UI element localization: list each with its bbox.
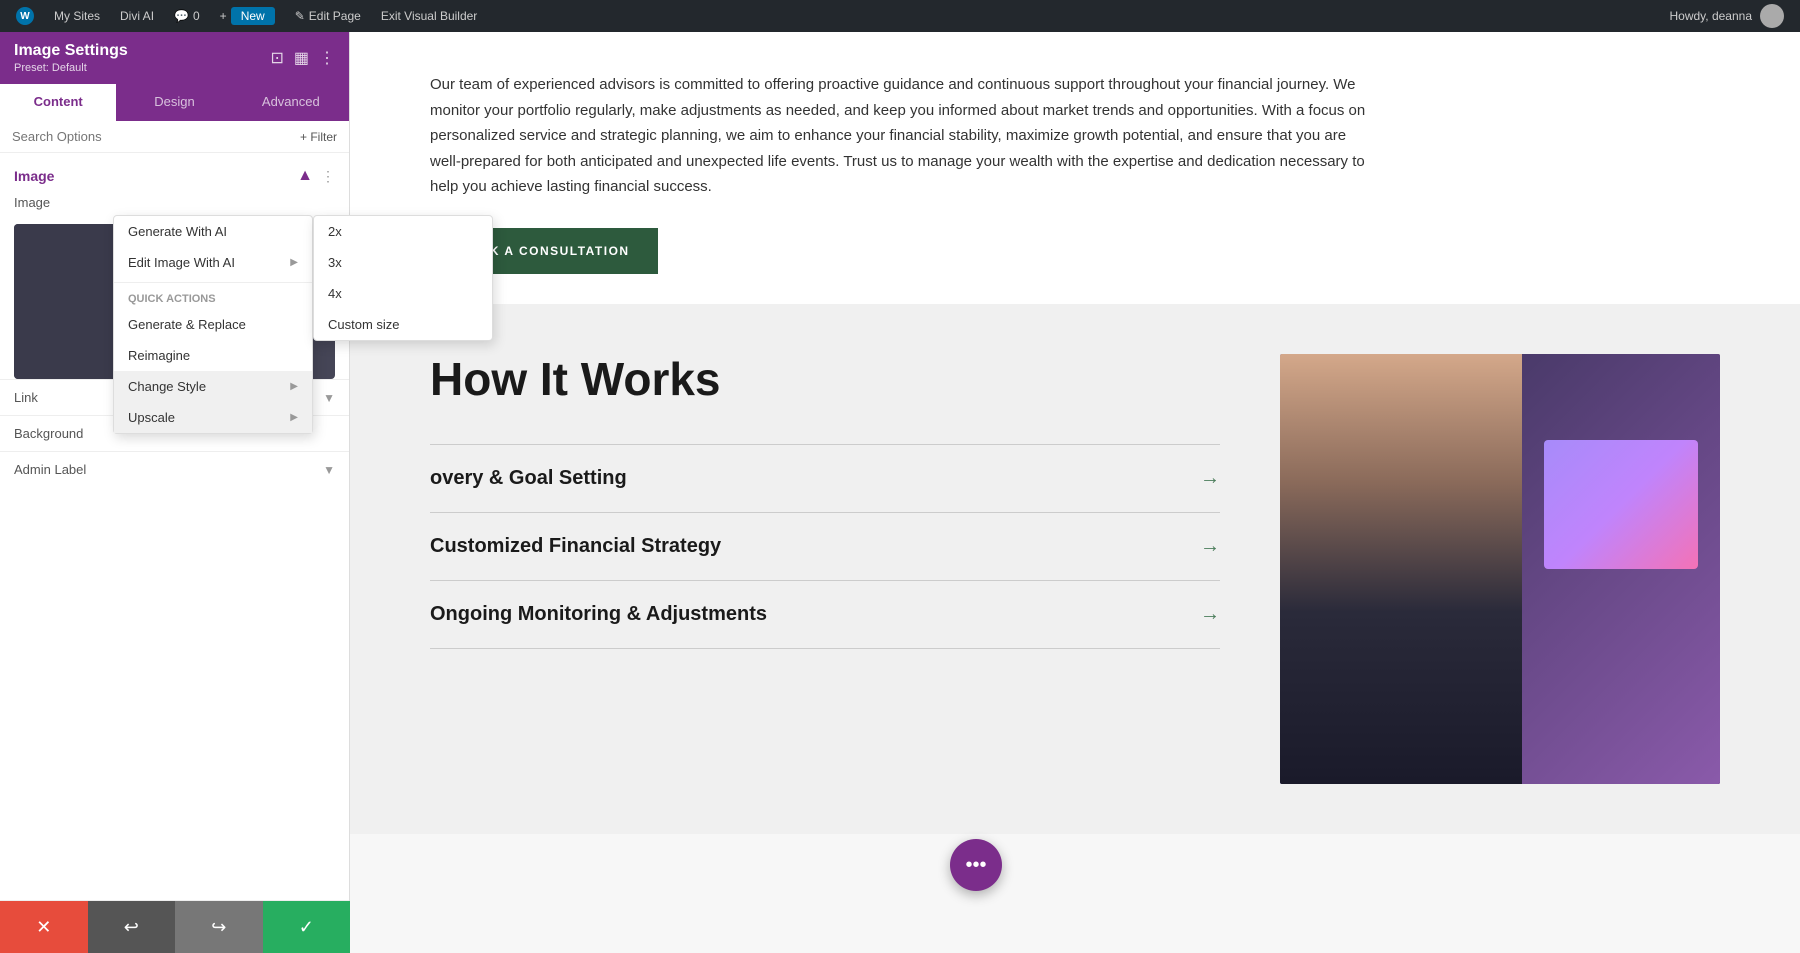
link-arrow: ▼: [323, 391, 335, 405]
redo-button[interactable]: ↪: [175, 901, 263, 953]
quick-actions-label: Quick Actions: [114, 287, 312, 309]
change-style-item[interactable]: Change Style ▶: [114, 371, 312, 402]
search-input[interactable]: [12, 129, 300, 144]
section-more-icon[interactable]: ⋮: [321, 168, 335, 185]
filter-label: + Filter: [300, 130, 337, 144]
upscale-2x[interactable]: 2x: [314, 216, 492, 247]
howdy-item[interactable]: Howdy, deanna: [1662, 0, 1793, 32]
accordion-item-strategy[interactable]: Customized Financial Strategy →: [430, 512, 1220, 580]
edit-page-label: Edit Page: [309, 9, 361, 23]
upscale-submenu: 2x 3x 4x Custom size: [313, 215, 493, 341]
monitoring-label: Ongoing Monitoring & Adjustments: [430, 603, 767, 626]
image-section: Image ▲ ⋮ Image: [0, 153, 349, 224]
admin-bar: W My Sites Divi AI 💬 0 + New ✎ Edit Page…: [0, 0, 1800, 32]
tab-design[interactable]: Design: [116, 84, 232, 121]
cancel-icon: ✕: [36, 917, 51, 938]
edit-page-item[interactable]: ✎ Edit Page: [287, 0, 369, 32]
sidebar-tabs: Content Design Advanced: [0, 84, 349, 121]
strategy-label: Customized Financial Strategy: [430, 535, 721, 558]
discovery-label: overy & Goal Setting: [430, 467, 627, 490]
save-icon: ✓: [299, 917, 314, 938]
columns-icon[interactable]: ▦: [294, 48, 309, 68]
my-sites-item[interactable]: My Sites: [46, 0, 108, 32]
how-image: [1280, 354, 1720, 784]
sidebar-title: Image Settings: [14, 42, 128, 60]
strategy-arrow: →: [1200, 535, 1220, 558]
howdy-label: Howdy, deanna: [1670, 9, 1753, 23]
upscale-4x[interactable]: 4x: [314, 278, 492, 309]
accordion-item-monitoring[interactable]: Ongoing Monitoring & Adjustments →: [430, 580, 1220, 649]
avatar: [1760, 4, 1784, 28]
search-area: + Filter: [0, 121, 349, 153]
context-menu: Generate With AI Edit Image With AI ▶ Qu…: [113, 215, 313, 434]
admin-label-label: Admin Label: [14, 462, 86, 477]
chevron-right-icon: ▶: [290, 257, 298, 268]
section-title: Image: [14, 168, 54, 184]
float-menu-icon: •••: [965, 854, 986, 877]
how-title: How It Works: [430, 354, 1220, 405]
bottom-toolbar: ✕ ↩ ↪ ✓: [0, 901, 350, 953]
upscale-item[interactable]: Upscale ▶: [114, 402, 312, 433]
upscale-custom-size[interactable]: Custom size: [314, 309, 492, 340]
section-icons: ▲ ⋮: [297, 167, 335, 185]
divi-ai-label: Divi AI: [120, 9, 154, 23]
comments-item[interactable]: 💬 0: [166, 0, 208, 32]
upscale-3x[interactable]: 3x: [314, 247, 492, 278]
sidebar-preset[interactable]: Preset: Default: [14, 62, 128, 74]
collapse-icon[interactable]: ▲: [297, 167, 313, 185]
exit-builder-item[interactable]: Exit Visual Builder: [373, 0, 486, 32]
image-field-label: Image: [14, 195, 335, 210]
redo-icon: ↪: [211, 917, 226, 938]
link-label: Link: [14, 390, 38, 405]
how-left: How It Works overy & Goal Setting → Cust…: [430, 354, 1220, 650]
wp-icon: W: [16, 7, 34, 25]
monitoring-arrow: →: [1200, 603, 1220, 626]
exit-builder-label: Exit Visual Builder: [381, 9, 478, 23]
admin-bar-right: Howdy, deanna: [1662, 0, 1793, 32]
wp-logo-item[interactable]: W: [8, 0, 42, 32]
new-label[interactable]: New: [231, 7, 275, 25]
generate-replace-item[interactable]: Generate & Replace: [114, 309, 312, 340]
tab-content[interactable]: Content: [0, 84, 116, 121]
fullscreen-icon[interactable]: ⊡: [270, 48, 283, 68]
content-top-section: Our team of experienced advisors is comm…: [350, 32, 1800, 304]
cancel-button[interactable]: ✕: [0, 901, 88, 953]
edit-image-with-ai-item[interactable]: Edit Image With AI ▶: [114, 247, 312, 278]
more-icon[interactable]: ⋮: [319, 48, 335, 68]
generate-with-ai-item[interactable]: Generate With AI: [114, 216, 312, 247]
sidebar-header-icons: ⊡ ▦ ⋮: [270, 48, 335, 68]
filter-button[interactable]: + Filter: [300, 130, 337, 144]
discovery-arrow: →: [1200, 467, 1220, 490]
upscale-chevron: ▶: [290, 412, 298, 423]
plus-icon: +: [220, 9, 227, 23]
image-settings-panel: Image Settings Preset: Default ⊡ ▦ ⋮ Con…: [0, 32, 350, 953]
accordion-item-discovery[interactable]: overy & Goal Setting →: [430, 444, 1220, 512]
comment-count: 0: [193, 9, 200, 23]
sidebar-header: Image Settings Preset: Default ⊡ ▦ ⋮: [0, 32, 349, 84]
tab-advanced[interactable]: Advanced: [233, 84, 349, 121]
context-menu-divider: [114, 282, 312, 283]
how-image-monitor: [1522, 354, 1720, 784]
main-content: Our team of experienced advisors is comm…: [350, 32, 1800, 953]
sidebar-title-area: Image Settings Preset: Default: [14, 42, 128, 74]
undo-icon: ↩: [124, 917, 139, 938]
my-sites-label: My Sites: [54, 9, 100, 23]
reimagine-item[interactable]: Reimagine: [114, 340, 312, 371]
admin-label-field[interactable]: Admin Label ▼: [0, 451, 349, 487]
comment-icon: 💬: [174, 9, 189, 23]
divi-ai-item[interactable]: Divi AI: [112, 0, 162, 32]
change-style-chevron: ▶: [290, 381, 298, 392]
undo-button[interactable]: ↩: [88, 901, 176, 953]
save-button[interactable]: ✓: [263, 901, 351, 953]
float-menu-button[interactable]: •••: [950, 839, 1002, 891]
how-section: How It Works overy & Goal Setting → Cust…: [350, 304, 1800, 834]
admin-label-arrow: ▼: [323, 463, 335, 477]
how-right: [1280, 354, 1720, 784]
how-image-screen: [1544, 440, 1698, 569]
body-text: Our team of experienced advisors is comm…: [430, 72, 1380, 200]
new-item[interactable]: + New: [212, 0, 283, 32]
section-header: Image ▲ ⋮: [14, 167, 335, 185]
pencil-icon: ✎: [295, 9, 305, 23]
background-label: Background: [14, 426, 83, 441]
